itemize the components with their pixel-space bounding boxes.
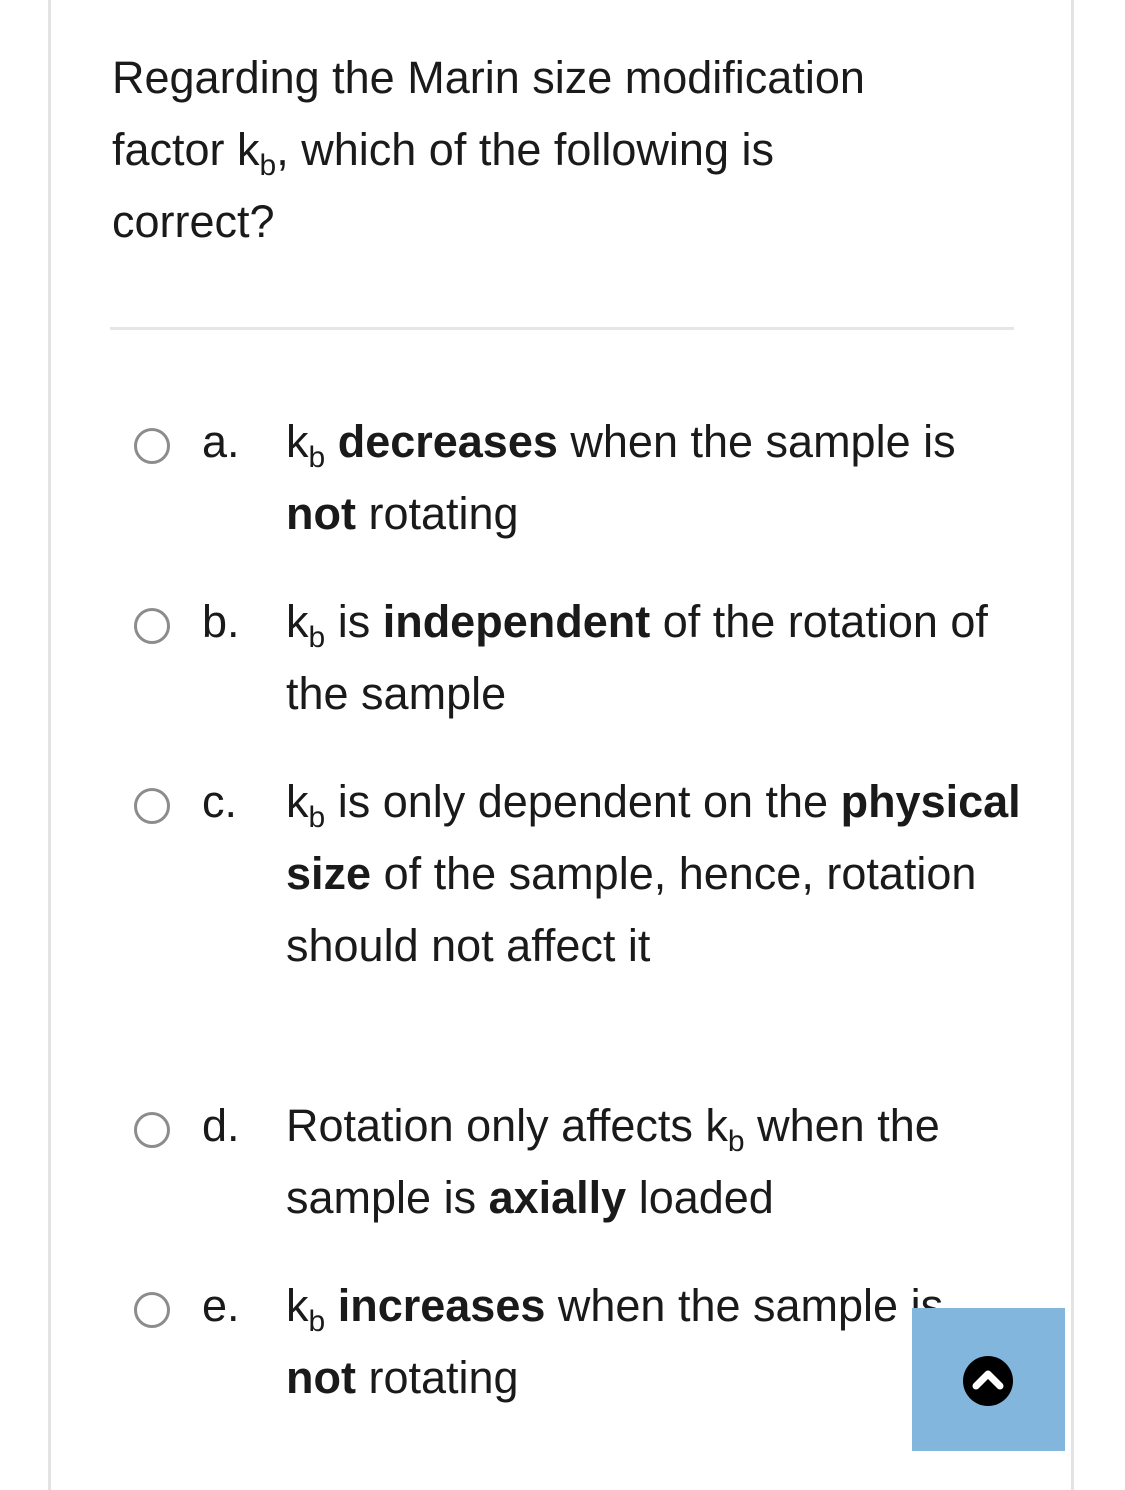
question-line-2-suffix: , which of the following is xyxy=(276,124,774,175)
k-subscript: b xyxy=(308,621,326,654)
radio-button-c[interactable] xyxy=(134,788,170,824)
option-d[interactable]: d. Rotation only affects kb when the sam… xyxy=(134,1090,1034,1240)
option-letter-a: a. xyxy=(202,416,240,467)
k-symbol: k xyxy=(286,776,309,827)
option-text-c: kb is only dependent on the physical siz… xyxy=(286,766,1026,982)
bold-term: axially xyxy=(488,1172,627,1223)
option-text-pre: is only dependent on the xyxy=(325,776,841,827)
option-c[interactable]: c. kb is only dependent on the physical … xyxy=(134,766,1034,1056)
k-symbol: k xyxy=(286,596,309,647)
bold-term-2: not xyxy=(286,1352,356,1403)
scroll-to-top-button[interactable] xyxy=(912,1308,1065,1451)
chevron-up-circle-icon xyxy=(963,1356,1013,1406)
option-text-d: Rotation only affects kb when the sample… xyxy=(286,1090,1026,1234)
option-letter-b: b. xyxy=(202,596,240,647)
option-letter-d: d. xyxy=(202,1100,240,1151)
k-symbol: k xyxy=(286,416,309,467)
option-b[interactable]: b. kb is independent of the rotation of … xyxy=(134,586,1034,736)
bold-term: increases xyxy=(337,1280,546,1331)
k-subscript: b xyxy=(308,801,326,834)
question-line-1: Regarding the Marin size modification xyxy=(112,52,865,103)
question-line-2-prefix: factor k xyxy=(112,124,260,175)
option-text-b: kb is independent of the rotation of the… xyxy=(286,586,1026,730)
question-text: Regarding the Marin size modification fac… xyxy=(112,42,972,258)
option-e[interactable]: e. kb increases when the sample is not ro… xyxy=(134,1270,1034,1420)
radio-button-a[interactable] xyxy=(134,428,170,464)
divider xyxy=(110,327,1014,330)
radio-button-b[interactable] xyxy=(134,608,170,644)
option-text-end: rotating xyxy=(355,488,519,539)
k-subscript: b xyxy=(308,1305,326,1338)
option-text-a: kb decreases when the sample is not rotat… xyxy=(286,406,1026,550)
k-subscript: b xyxy=(727,1125,745,1158)
option-a[interactable]: a. kb decreases when the sample is not ro… xyxy=(134,406,1034,556)
option-text-mid: when the sample is xyxy=(557,416,956,467)
option-text-end: loaded xyxy=(626,1172,774,1223)
option-text-end: of the sample, hence, rotation should no… xyxy=(286,848,977,971)
radio-button-d[interactable] xyxy=(134,1112,170,1148)
option-text-pre: is xyxy=(325,596,383,647)
radio-button-e[interactable] xyxy=(134,1292,170,1328)
option-letter-e: e. xyxy=(202,1280,240,1331)
bold-term: decreases xyxy=(337,416,558,467)
option-text-end: rotating xyxy=(355,1352,519,1403)
option-text-mid: when the sample is xyxy=(545,1280,944,1331)
option-letter-c: c. xyxy=(202,776,238,827)
question-line-3: correct? xyxy=(112,196,275,247)
option-text-pre: Rotation only affects k xyxy=(286,1100,728,1151)
question-subscript: b xyxy=(259,149,277,182)
k-subscript: b xyxy=(308,441,326,474)
k-symbol: k xyxy=(286,1280,309,1331)
bold-term: independent xyxy=(382,596,651,647)
bold-term-2: not xyxy=(286,488,356,539)
